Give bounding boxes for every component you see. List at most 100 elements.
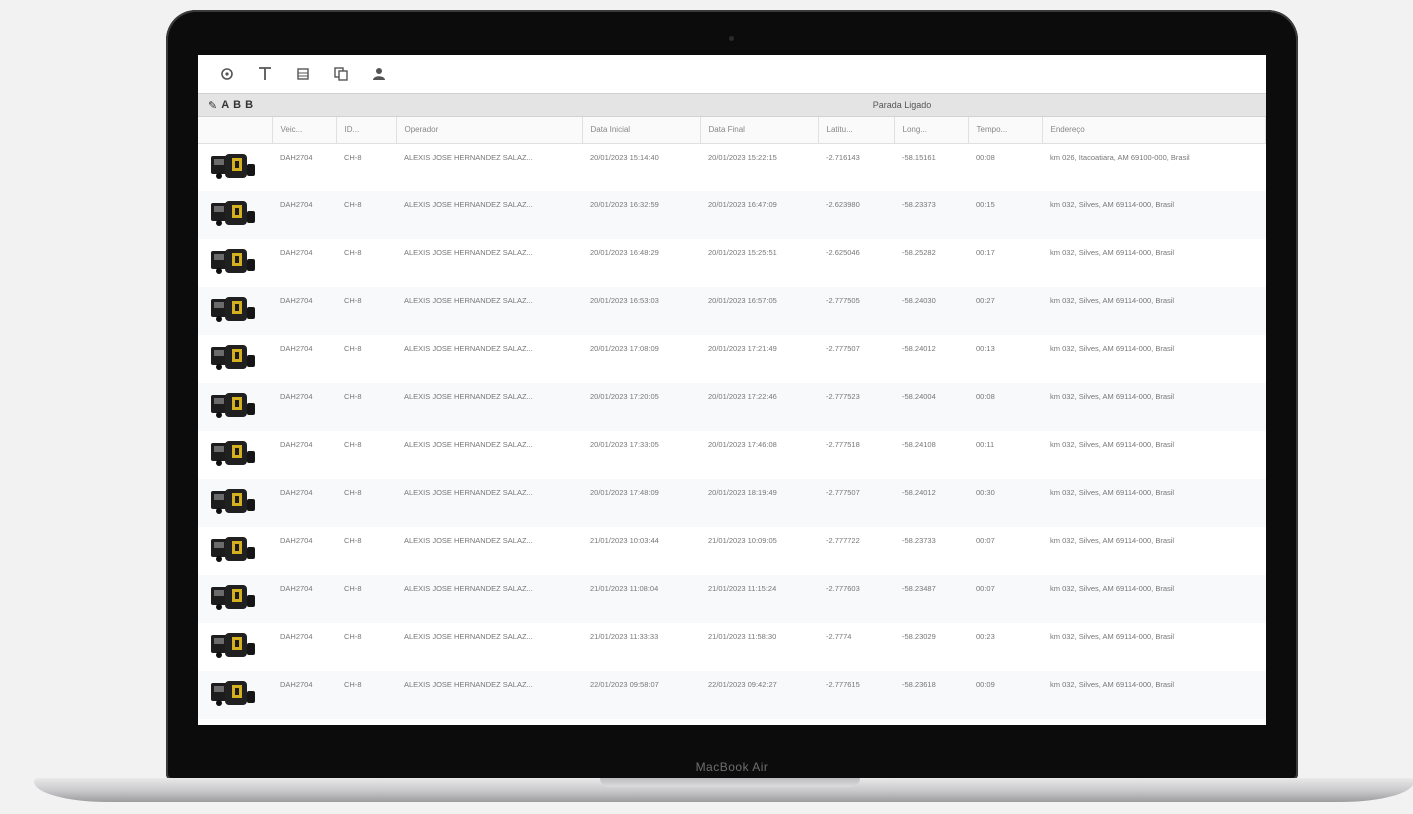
table-cell: CH-8 [344,296,362,305]
machine-cell [198,527,272,575]
table-row[interactable]: DAH2704 CH-8 ALEXIS JOSE HERNANDEZ SALAZ..… [198,431,1266,479]
table-cell: -58.24012 [902,488,936,497]
machine-cell [198,431,272,479]
machine-cell [198,191,272,239]
table-cell: ALEXIS JOSE HERNANDEZ SALAZ... [404,680,533,689]
user-button[interactable] [370,65,388,83]
table-cell: DAH2704 [280,392,313,401]
column-header-5[interactable]: Data Final [700,117,819,144]
group-strip: ✎ A B B Parada Ligado [198,93,1266,117]
table-row[interactable]: DAH2704 CH-8 ALEXIS JOSE HERNANDEZ SALAZ..… [198,479,1266,527]
table-cell: ALEXIS JOSE HERNANDEZ SALAZ... [404,632,533,641]
table-row[interactable]: DAH2704 CH-8 ALEXIS JOSE HERNANDEZ SALAZ..… [198,287,1266,335]
table-cell: 00:07 [976,584,995,593]
table-cell: 20/01/2023 16:32:59 [590,200,659,209]
table-cell: -58.24030 [902,296,936,305]
machine-cell [198,671,272,719]
machine-cell [198,287,272,335]
filter-button[interactable] [256,65,274,83]
table-cell: 21/01/2023 10:09:05 [708,536,777,545]
table-cell: 20/01/2023 17:48:09 [590,488,659,497]
table-cell: -58.23373 [902,200,936,209]
table-cell: -58.23733 [902,536,936,545]
table-cell: DAH2704 [280,248,313,257]
calendar-button[interactable] [294,65,312,83]
table-cell: 00:13 [976,344,995,353]
table-cell: -2.777507 [826,344,860,353]
table-row[interactable]: DAH2704 CH-8 ALEXIS JOSE HERNANDEZ SALAZ..… [198,527,1266,575]
column-header-2[interactable]: ID... [336,117,397,144]
calendar-icon [297,68,309,80]
table-cell: ALEXIS JOSE HERNANDEZ SALAZ... [404,200,533,209]
stops-table: Veic... ID... Operador Data Inicial Data Fin… [198,117,1266,719]
machine-icon [211,297,255,322]
column-header-1[interactable]: Veic... [272,117,337,144]
table-cell: -58.23029 [902,632,936,641]
machine-icon [211,249,255,274]
machine-cell [198,335,272,383]
table-cell: -58.23487 [902,584,936,593]
table-cell: DAH2704 [280,344,313,353]
app-screen: ✎ A B B Parada Ligado Veic... ID... Operad… [198,55,1266,725]
column-header-0[interactable] [198,117,273,144]
table-cell: -2.625046 [826,248,860,257]
table-row[interactable]: DAH2704 CH-8 ALEXIS JOSE HERNANDEZ SALAZ..… [198,335,1266,383]
table-cell: 20/01/2023 17:33:05 [590,440,659,449]
table-row[interactable]: DAH2704 CH-8 ALEXIS JOSE HERNANDEZ SALAZ..… [198,191,1266,239]
machine-icon [211,201,255,226]
machine-icon [211,345,255,370]
table-cell: 00:23 [976,632,995,641]
table-cell: CH-8 [344,584,362,593]
table-cell: -58.24108 [902,440,936,449]
camera-icon [729,36,734,41]
table-row[interactable]: DAH2704 CH-8 ALEXIS JOSE HERNANDEZ SALAZ..… [198,383,1266,431]
filter-icon [259,67,271,80]
settings-button[interactable] [218,65,236,83]
table-cell: CH-8 [344,440,362,449]
machine-cell [198,143,272,191]
table-cell: CH-8 [344,680,362,689]
table-row[interactable]: DAH2704 CH-8 ALEXIS JOSE HERNANDEZ SALAZ..… [198,143,1266,191]
table-cell: 00:09 [976,680,995,689]
table-cell: -2.7774 [826,632,852,641]
table-cell: -2.777615 [826,680,860,689]
table-cell: 20/01/2023 16:57:05 [708,296,777,305]
column-header-3[interactable]: Operador [396,117,583,144]
table-cell: DAH2704 [280,536,313,545]
column-header-6[interactable]: Latitu... [818,117,895,144]
table-cell: ALEXIS JOSE HERNANDEZ SALAZ... [404,152,533,162]
table-row[interactable]: DAH2704 CH-8 ALEXIS JOSE HERNANDEZ SALAZ..… [198,575,1266,623]
table-cell: 00:11 [976,440,995,449]
table-cell: DAH2704 [280,152,313,162]
table-cell: km 032, Silves, AM 69114-000, Brasil [1050,248,1175,257]
table-cell: ALEXIS JOSE HERNANDEZ SALAZ... [404,488,533,497]
table-cell: 00:17 [976,248,995,257]
column-header-7[interactable]: Long... [894,117,969,144]
machine-cell [198,479,272,527]
table-body: DAH2704 CH-8 ALEXIS JOSE HERNANDEZ SALAZ..… [198,143,1266,719]
table-row[interactable]: DAH2704 CH-8 ALEXIS JOSE HERNANDEZ SALAZ..… [198,239,1266,287]
copy-button[interactable] [332,65,350,83]
table-cell: 20/01/2023 15:14:40 [590,152,659,162]
table-cell: DAH2704 [280,632,313,641]
table-cell: -2.777603 [826,584,860,593]
table-cell: km 026, Itacoatiara, AM 69100-000, Brasi… [1050,152,1190,162]
table-cell: -2.623980 [826,200,860,209]
table-cell: km 032, Silves, AM 69114-000, Brasil [1050,680,1175,689]
machine-icon [211,489,255,514]
column-header-4[interactable]: Data Inicial [582,117,701,144]
table-cell: -58.15161 [902,152,936,162]
table-cell: -2.777505 [826,296,860,305]
table-cell: 21/01/2023 11:15:24 [708,584,777,593]
table-cell: 00:15 [976,200,995,209]
table-cell: CH-8 [344,488,362,497]
settings-icon [221,68,233,80]
table-cell: 20/01/2023 17:08:09 [590,344,659,353]
column-header-9[interactable]: Endereço [1042,117,1266,144]
table-cell: 20/01/2023 17:46:08 [708,440,777,449]
table-row[interactable]: DAH2704 CH-8 ALEXIS JOSE HERNANDEZ SALAZ..… [198,623,1266,671]
column-header-8[interactable]: Tempo... [968,117,1043,144]
table-row[interactable]: DAH2704 CH-8 ALEXIS JOSE HERNANDEZ SALAZ..… [198,671,1266,719]
table-cell: km 032, Silves, AM 69114-000, Brasil [1050,584,1175,593]
table-cell: 00:07 [976,536,995,545]
